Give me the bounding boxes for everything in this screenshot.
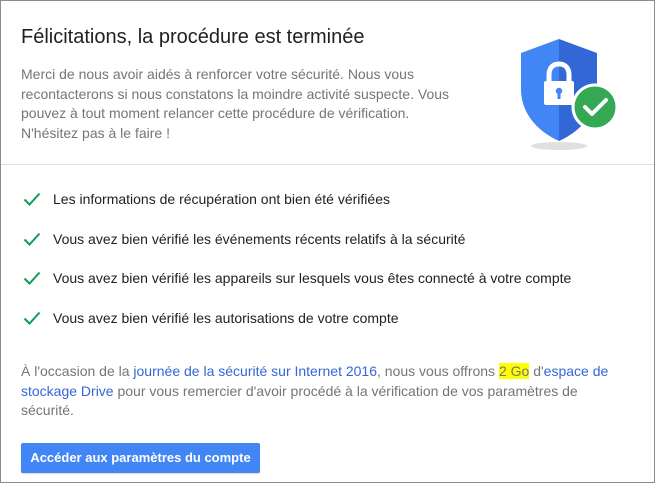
- offer-text: À l'occasion de la journée de la sécurit…: [21, 362, 631, 421]
- list-item: Vous avez bien vérifié les événements ré…: [21, 229, 641, 269]
- shield-lock-icon: [521, 39, 619, 150]
- check-icon: [23, 232, 41, 246]
- safer-internet-day-link[interactable]: journée de la sécurité sur Internet 2016: [133, 363, 377, 379]
- list-item: Vous avez bien vérifié les appareils sur…: [21, 268, 641, 308]
- check-text: Les informations de récupération ont bie…: [53, 191, 390, 207]
- security-checkup-panel: Félicitations, la procédure est terminée…: [0, 0, 655, 483]
- list-item: Les informations de récupération ont bie…: [21, 189, 641, 229]
- lock-keyhole-slot: [557, 92, 561, 99]
- check-icon: [23, 192, 41, 206]
- offer-text-part: À l'occasion de la: [21, 363, 134, 379]
- shield-shadow: [531, 142, 587, 150]
- list-item: Vous avez bien vérifié les autorisations…: [21, 308, 641, 348]
- check-badge: [571, 83, 619, 131]
- storage-amount-highlight: 2 Go: [498, 363, 530, 379]
- offer-text-part: d': [529, 363, 544, 379]
- page-title: Félicitations, la procédure est terminée: [21, 26, 365, 48]
- check-text: Vous avez bien vérifié les autorisations…: [53, 309, 399, 326]
- account-settings-button[interactable]: Accéder aux paramètres du compte: [21, 443, 260, 473]
- check-icon: [23, 271, 41, 285]
- offer-text-part: , nous vous offrons: [377, 363, 499, 379]
- verification-list: Les informations de récupération ont bie…: [21, 189, 641, 347]
- check-text: Vous avez bien vérifié les événements ré…: [53, 230, 466, 247]
- header-section: Félicitations, la procédure est terminée…: [1, 1, 654, 165]
- intro-text: Merci de nous avoir aidés à renforcer vo…: [21, 66, 450, 141]
- check-text: Vous avez bien vérifié les appareils sur…: [53, 270, 572, 286]
- check-icon: [23, 311, 41, 325]
